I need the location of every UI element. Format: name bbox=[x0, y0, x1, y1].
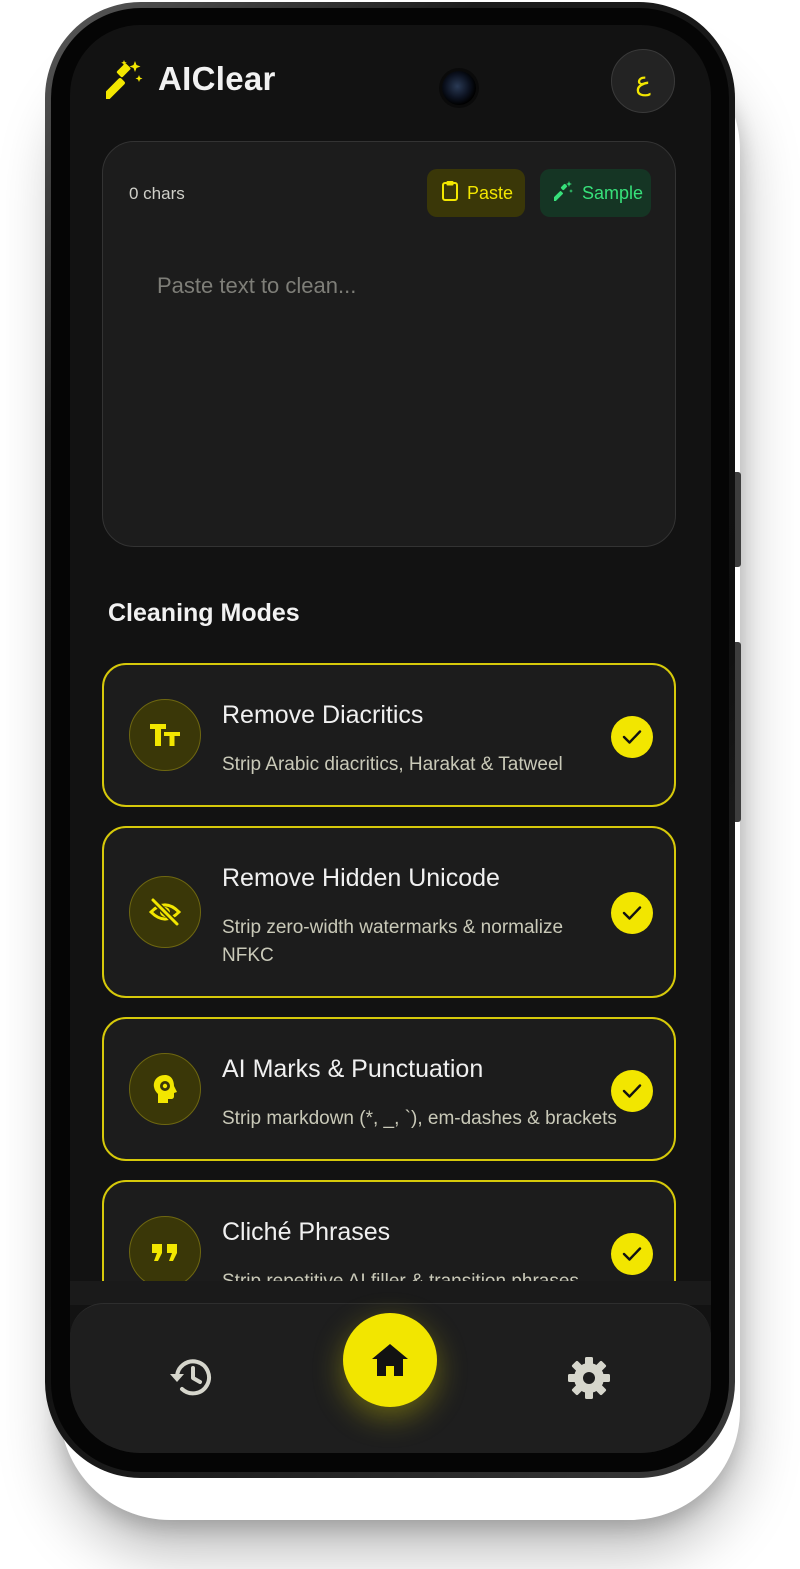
mode-title: Cliché Phrases bbox=[222, 1218, 391, 1246]
quote-icon bbox=[129, 1216, 201, 1281]
mode-title: Remove Diacritics bbox=[222, 701, 424, 729]
settings-icon[interactable] bbox=[567, 1356, 611, 1405]
mode-description: Strip Arabic diacritics, Harakat & Tatwe… bbox=[222, 754, 563, 775]
mode-card-remove-diacritics[interactable]: Remove Diacritics Strip Arabic diacritic… bbox=[102, 663, 676, 807]
mode-description: Strip markdown (*, _, `), em-dashes & br… bbox=[222, 1108, 617, 1129]
power-button bbox=[735, 642, 741, 822]
volume-button bbox=[735, 472, 741, 567]
mode-card-remove-hidden-unicode[interactable]: Remove Hidden Unicode Strip zero-width w… bbox=[102, 826, 676, 998]
brain-gear-icon bbox=[129, 1053, 201, 1125]
text-size-icon bbox=[129, 699, 201, 771]
home-icon[interactable] bbox=[343, 1313, 437, 1407]
mode-title: AI Marks & Punctuation bbox=[222, 1055, 484, 1083]
front-camera bbox=[442, 71, 476, 105]
mode-card-ai-marks-punctuation[interactable]: AI Marks & Punctuation Strip markdown (*… bbox=[102, 1017, 676, 1161]
check-icon[interactable] bbox=[611, 716, 653, 758]
history-icon[interactable] bbox=[166, 1356, 212, 1403]
app-screen: AIClear ع 0 chars Paste Sample Paste tex… bbox=[70, 25, 711, 1453]
mode-list: Remove Diacritics Strip Arabic diacritic… bbox=[70, 25, 711, 1281]
check-icon[interactable] bbox=[611, 892, 653, 934]
eye-off-icon bbox=[129, 876, 201, 948]
check-icon[interactable] bbox=[611, 1070, 653, 1112]
check-icon[interactable] bbox=[611, 1233, 653, 1275]
mode-description: Strip repetitive AI filler & transition … bbox=[222, 1268, 612, 1281]
mode-title: Remove Hidden Unicode bbox=[222, 864, 500, 892]
mode-description: Strip zero-width watermarks & normalize … bbox=[222, 917, 564, 966]
nav-divider bbox=[70, 1281, 711, 1305]
mode-card-cliche-phrases[interactable]: Cliché Phrases Strip repetitive AI fille… bbox=[102, 1180, 676, 1281]
